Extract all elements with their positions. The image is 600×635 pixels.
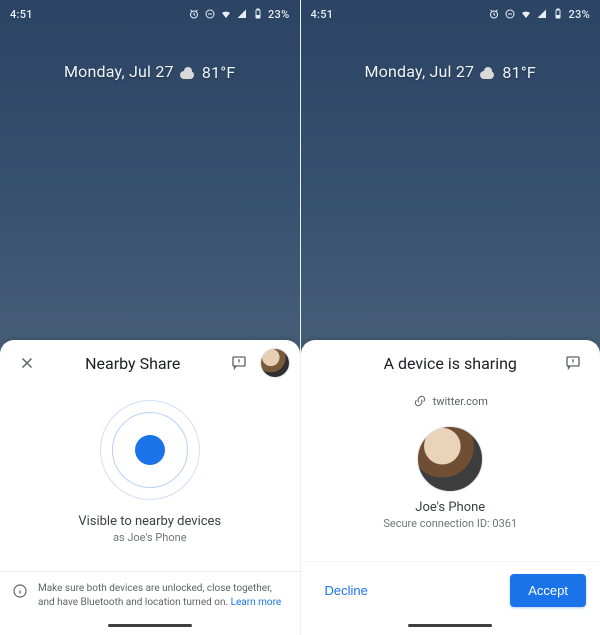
link-icon [413, 394, 427, 408]
gesture-nav-bar[interactable] [301, 619, 600, 635]
phone-right: 4:51 23% Monday, Jul 27 81°F A device is… [300, 0, 600, 635]
sender-avatar [417, 426, 483, 492]
sheet-header: A device is sharing [301, 340, 600, 386]
dnd-icon [504, 8, 516, 20]
home-date-widget: Monday, Jul 27 81°F [301, 62, 600, 82]
info-bar: Make sure both devices are unlocked, clo… [0, 571, 300, 619]
cloud-icon [178, 67, 196, 79]
feedback-button[interactable] [556, 346, 590, 380]
learn-more-link[interactable]: Learn more [231, 597, 282, 608]
sheet-body: twitter.com Joe's Phone Secure connectio… [301, 386, 600, 561]
gesture-nav-bar[interactable] [0, 619, 300, 635]
accept-button[interactable]: Accept [510, 574, 586, 607]
sheet-body: Visible to nearby devices as Joe's Phone [0, 386, 300, 571]
home-date: Monday, Jul 27 [365, 62, 475, 81]
incoming-share-sheet: A device is sharing twitter.com Joe's Ph… [301, 340, 600, 635]
home-date: Monday, Jul 27 [64, 62, 174, 81]
signal-icon [536, 8, 548, 20]
feedback-button[interactable] [222, 346, 256, 380]
alarm-icon [488, 8, 500, 20]
home-temp: 81°F [202, 63, 236, 82]
status-time: 4:51 [311, 8, 334, 21]
cloud-icon [478, 67, 496, 79]
shared-link-row: twitter.com [413, 394, 488, 408]
two-phones: 4:51 23% Monday, Jul 27 81°F N [0, 0, 600, 635]
battery-icon [252, 8, 264, 20]
status-bar: 4:51 23% [0, 0, 300, 25]
info-text-wrap: Make sure both devices are unlocked, clo… [38, 582, 288, 609]
phone-left: 4:51 23% Monday, Jul 27 81°F N [0, 0, 300, 635]
dnd-icon [204, 8, 216, 20]
wifi-icon [520, 8, 532, 20]
action-row: Decline Accept [301, 561, 600, 619]
home-date-widget: Monday, Jul 27 81°F [0, 62, 300, 82]
visibility-text: Visible to nearby devices [78, 514, 221, 529]
sender-name: Joe's Phone [415, 500, 485, 515]
signal-icon [236, 8, 248, 20]
status-battery-pct: 23% [268, 8, 290, 21]
status-right: 23% [488, 8, 590, 21]
sheet-title: A device is sharing [345, 354, 557, 373]
info-icon [12, 583, 28, 599]
status-time: 4:51 [10, 8, 33, 21]
status-bar: 4:51 23% [301, 0, 600, 25]
decline-button[interactable]: Decline [315, 575, 378, 606]
secure-connection-id: Secure connection ID: 0361 [383, 517, 517, 530]
shared-link-host: twitter.com [433, 395, 488, 408]
sheet-title: Nearby Share [44, 354, 222, 373]
status-right: 23% [188, 8, 290, 21]
scanning-indicator [100, 400, 200, 500]
visibility-subtext: as Joe's Phone [113, 531, 187, 544]
nearby-share-sheet: Nearby Share Visible to nearby devices a… [0, 340, 300, 635]
alarm-icon [188, 8, 200, 20]
sheet-header: Nearby Share [0, 340, 300, 386]
status-battery-pct: 23% [568, 8, 590, 21]
account-avatar[interactable] [260, 348, 290, 378]
close-button[interactable] [10, 346, 44, 380]
home-temp: 81°F [502, 63, 536, 82]
wifi-icon [220, 8, 232, 20]
battery-icon [552, 8, 564, 20]
